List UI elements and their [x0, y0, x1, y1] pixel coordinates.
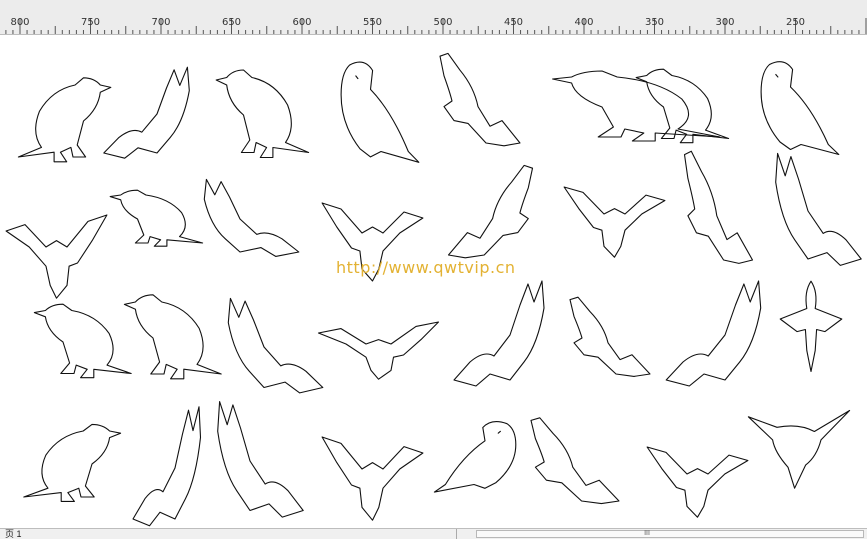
falcon-diving-icon[interactable] — [564, 187, 665, 257]
parrot-flapping-icon[interactable] — [454, 281, 544, 386]
ruler-label: 350 — [644, 17, 665, 28]
owl-flying-icon[interactable] — [647, 447, 748, 517]
parrot-flying-icon[interactable] — [449, 165, 533, 257]
bird-landing-icon[interactable] — [133, 407, 201, 526]
ruler-label: 800 — [10, 17, 30, 28]
ruler-label: 650 — [221, 17, 242, 28]
horizontal-scrollbar[interactable]: III — [476, 530, 864, 538]
heron-flying-icon[interactable] — [319, 322, 439, 379]
ruler-label: 600 — [292, 17, 312, 28]
eagle-landing-icon[interactable] — [685, 151, 753, 263]
watermark-text: http://www.qwtvip.cn — [336, 258, 516, 277]
ruler-label: 450 — [503, 17, 524, 28]
gull-flying-icon[interactable] — [204, 179, 298, 256]
parakeet-perched-icon[interactable] — [110, 190, 202, 246]
bird-outlines-layer — [0, 35, 867, 528]
eagle-flying-icon[interactable] — [440, 53, 520, 145]
status-bar: 页 1 III — [0, 528, 867, 539]
macaw-perched-icon[interactable] — [761, 62, 839, 155]
finch-standing-icon[interactable] — [124, 295, 221, 379]
parrot-soaring-icon[interactable] — [666, 281, 761, 386]
hawk-landing-icon[interactable] — [531, 418, 619, 504]
parrot-perched-icon[interactable] — [341, 62, 419, 162]
hawk-swooping-icon[interactable] — [6, 215, 107, 298]
ruler-label: 400 — [574, 17, 594, 28]
ruler-label: 300 — [715, 17, 735, 28]
seagull-gliding-icon[interactable] — [218, 402, 304, 517]
bird-wings-raised-icon[interactable] — [104, 67, 190, 158]
kite-gliding-icon[interactable] — [570, 297, 650, 376]
hummingbird-hovering-icon[interactable] — [748, 411, 849, 489]
ruler-label: 250 — [785, 17, 806, 28]
scrollbar-thumb[interactable]: III — [627, 530, 667, 537]
crow-standing-icon[interactable] — [18, 78, 110, 162]
crow-walking-icon[interactable] — [636, 69, 728, 143]
ruler-label: 700 — [151, 17, 171, 28]
ruler-label: 750 — [80, 17, 101, 28]
drawing-canvas[interactable]: http://www.qwtvip.cn — [0, 35, 867, 528]
parrot-longtail-icon[interactable] — [553, 71, 720, 141]
sparrow-standing-icon[interactable] — [34, 304, 131, 377]
lovebird-perched-icon[interactable] — [434, 422, 515, 493]
ruler-label: 550 — [362, 17, 383, 28]
horizontal-ruler[interactable]: 800 750 700 650 600 550 500 450 400 350 300 250 — [0, 0, 867, 35]
pigeon-flying-icon[interactable] — [228, 298, 322, 393]
swallow-topdown-icon[interactable] — [780, 281, 842, 371]
eagle-wings-up-icon[interactable] — [322, 437, 423, 520]
dove-flying-icon[interactable] — [776, 153, 862, 265]
ruler-label: 500 — [433, 17, 453, 28]
finch-perched-icon[interactable] — [216, 70, 308, 158]
sparrow-sitting-icon[interactable] — [24, 424, 121, 501]
